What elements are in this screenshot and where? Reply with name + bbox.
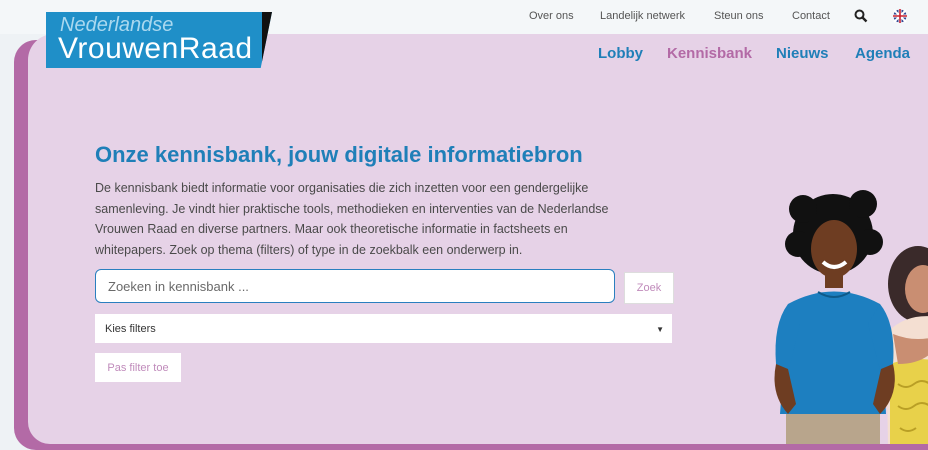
- utility-link-contact[interactable]: Contact: [792, 10, 830, 22]
- search-icon[interactable]: [854, 9, 868, 23]
- site-logo[interactable]: Nederlandse VrouwenRaad: [46, 12, 272, 68]
- apply-filter-button[interactable]: Pas filter toe: [95, 353, 181, 382]
- nav-agenda[interactable]: Agenda: [855, 45, 910, 62]
- utility-link-landelijk-netwerk[interactable]: Landelijk netwerk: [600, 10, 685, 22]
- utility-link-steun-ons[interactable]: Steun ons: [714, 10, 764, 22]
- search-input[interactable]: [95, 269, 615, 303]
- nav-nieuws[interactable]: Nieuws: [776, 45, 829, 62]
- filter-select-value: Kies filters: [105, 323, 156, 335]
- main-woman-figure: [774, 190, 895, 444]
- caret-down-icon: ▼: [656, 325, 664, 334]
- nav-lobby[interactable]: Lobby: [598, 45, 643, 62]
- page-title: Onze kennisbank, jouw digitale informati…: [95, 142, 583, 167]
- intro-line: De kennisbank biedt informatie voor orga…: [95, 181, 589, 195]
- nav-kennisbank[interactable]: Kennisbank: [667, 45, 752, 62]
- intro-text: De kennisbank biedt informatie voor orga…: [95, 178, 655, 260]
- intro-line: samenleving. Je vindt hier praktische to…: [95, 201, 609, 216]
- intro-line: whitepapers. Zoek op thema (filters) of …: [95, 242, 523, 257]
- utility-link-over-ons[interactable]: Over ons: [529, 10, 574, 22]
- logo-line2: VrouwenRaad: [58, 32, 253, 65]
- uk-flag-icon[interactable]: [893, 9, 907, 23]
- search-button[interactable]: Zoek: [624, 272, 674, 304]
- filter-select[interactable]: Kies filters ▼: [95, 314, 672, 343]
- intro-line: Vrouwen Raad en diverse partners. Maar o…: [95, 222, 568, 236]
